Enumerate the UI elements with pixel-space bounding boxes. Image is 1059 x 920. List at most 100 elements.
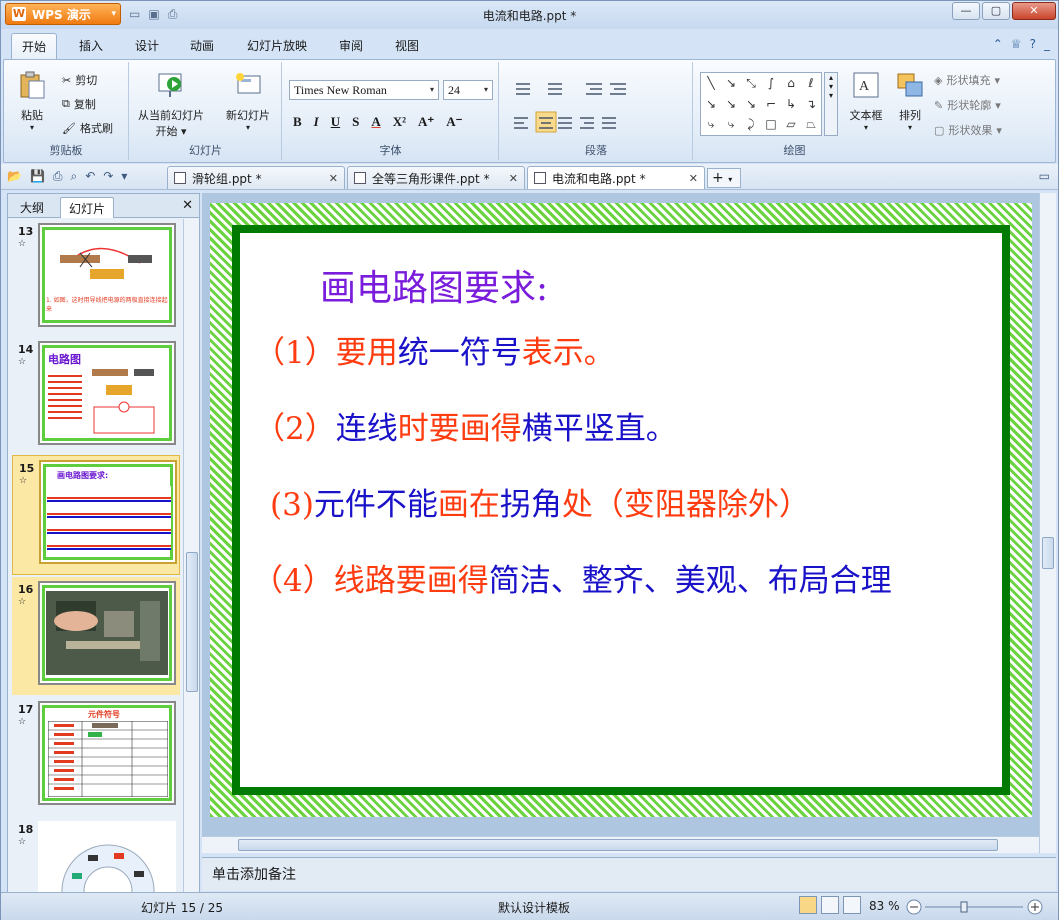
help-icon[interactable]: ?: [1030, 37, 1036, 51]
minimize-button[interactable]: —: [952, 2, 980, 20]
cut-button[interactable]: ✂ 剪切: [62, 72, 97, 88]
redo-icon[interactable]: ↷: [103, 169, 113, 184]
connector-arrow-icon[interactable]: ↘: [721, 94, 741, 115]
freeform-shape-icon[interactable]: ⌂: [781, 73, 801, 94]
close-tab-icon[interactable]: ✕: [509, 172, 518, 185]
sorter-view-button[interactable]: [821, 896, 839, 914]
loop-icon[interactable]: ⤸: [741, 114, 761, 135]
notes-pane[interactable]: 单击添加备注: [202, 857, 1056, 891]
tab-view[interactable]: 视图: [395, 37, 419, 54]
curved-double-icon[interactable]: ⤷: [721, 114, 741, 135]
elbow-double-icon[interactable]: ↳: [781, 94, 801, 115]
thumbnail-list: 13 ☆ 1. 如图，这时用导线把电源的两极直接连接起来 14 ☆ 电路图 15…: [8, 219, 182, 892]
slide-line-3[interactable]: (3)元件不能画在拐角处（变阻器除外）: [270, 483, 810, 528]
italic-button[interactable]: I: [314, 114, 319, 130]
doc-tab[interactable]: 全等三角形课件.ppt * ✕: [347, 166, 525, 189]
arrange-button[interactable]: 排列 ▾: [890, 70, 930, 132]
tab-animation[interactable]: 动画: [190, 37, 214, 54]
tab-home[interactable]: 开始: [11, 33, 58, 59]
doc-tab-label: 滑轮组.ppt *: [192, 171, 262, 186]
slide-line-1[interactable]: （1）要用统一符号表示。: [254, 331, 615, 376]
doc-tab[interactable]: 滑轮组.ppt * ✕: [167, 166, 345, 189]
tab-list-icon[interactable]: ▭: [1039, 169, 1050, 183]
tab-review[interactable]: 审阅: [339, 37, 363, 54]
play-from-current-button[interactable]: 从当前幻灯片 开始 ▾: [134, 70, 208, 139]
minimize-ribbon-icon[interactable]: _: [1044, 37, 1050, 51]
shapes-gallery-scroll[interactable]: ▴ ▾ ▾: [824, 72, 838, 136]
new-tab-button[interactable]: + ▾: [707, 168, 741, 188]
curved-connector-icon[interactable]: ↴: [801, 94, 821, 115]
textbox-button[interactable]: A 文本框 ▾: [844, 70, 888, 132]
shape-outline-button[interactable]: ✎ 形状轮廓 ▾: [934, 97, 1001, 113]
copy-button[interactable]: ⧉ 复制: [62, 96, 96, 112]
editor-horizontal-scrollbar[interactable]: [202, 836, 1039, 853]
rectangle-shape-icon[interactable]: □: [761, 114, 781, 135]
close-button[interactable]: ✕: [1012, 2, 1056, 20]
font-color-button[interactable]: A: [371, 114, 380, 130]
underline-button[interactable]: U: [331, 114, 340, 130]
editor-vertical-scrollbar[interactable]: [1039, 193, 1056, 853]
paste-button[interactable]: 粘贴 ▾: [12, 70, 52, 132]
print-preview-icon[interactable]: ⌕: [71, 169, 78, 184]
slide-thumbnail[interactable]: 18 ☆: [12, 817, 180, 892]
connector-icon[interactable]: ↘: [701, 94, 721, 115]
trapezoid-shape-icon[interactable]: ⏢: [801, 114, 821, 135]
curve-shape-icon[interactable]: ∫: [761, 73, 781, 94]
tab-insert[interactable]: 插入: [79, 37, 103, 54]
new-slide-button[interactable]: 新幻灯片 ▾: [218, 70, 278, 132]
print-icon[interactable]: ⎙: [53, 169, 63, 184]
slide-thumbnail-selected[interactable]: 15 ☆ 画电路图要求:: [12, 455, 180, 575]
shapes-gallery[interactable]: ╲ ↘ ⤡ ∫ ⌂ ℓ ↘ ↘ ↘ ⌐ ↳ ↴ ⤷ ⤷ ⤸ □ ▱ ⏢: [700, 72, 822, 136]
panel-scrollbar[interactable]: [183, 219, 199, 892]
open-icon[interactable]: 📂: [7, 169, 22, 184]
slide-line-4[interactable]: （4）线路要画得简洁、整齐、美观、布局合理: [252, 559, 1004, 604]
slide-line-2[interactable]: （2）连线时要画得横平竖直。: [254, 407, 677, 452]
paragraph-buttons-icon[interactable]: [508, 78, 688, 138]
tab-outline[interactable]: 大纲: [12, 197, 52, 218]
parallelogram-shape-icon[interactable]: ▱: [781, 114, 801, 135]
editor-hscroll-thumb[interactable]: [238, 839, 998, 851]
bold-button[interactable]: B: [293, 114, 302, 130]
slide-thumbnail[interactable]: 14 ☆ 电路图: [12, 337, 180, 455]
slideshow-view-button[interactable]: [843, 896, 861, 914]
line-shape-icon[interactable]: ╲: [701, 73, 721, 94]
doc-tab-active[interactable]: 电流和电路.ppt * ✕: [527, 166, 705, 189]
close-tab-icon[interactable]: ✕: [689, 172, 698, 185]
maximize-button[interactable]: ▢: [982, 2, 1010, 20]
double-arrow-shape-icon[interactable]: ⤡: [741, 73, 761, 94]
shape-fill-button[interactable]: ◈ 形状填充 ▾: [934, 72, 1000, 88]
slide-title[interactable]: 画电路图要求:: [320, 259, 548, 311]
slide-thumbnail[interactable]: 13 ☆ 1. 如图，这时用导线把电源的两极直接连接起来: [12, 219, 180, 337]
elbow-arrow-icon[interactable]: ⌐: [761, 94, 781, 115]
shrink-font-button[interactable]: A⁻: [446, 114, 462, 130]
strikethrough-button[interactable]: S: [352, 114, 359, 130]
collapse-ribbon-icon[interactable]: ⌃: [993, 37, 1003, 51]
arrow-shape-icon[interactable]: ↘: [721, 73, 741, 94]
panel-scroll-thumb[interactable]: [186, 552, 198, 692]
editor-scroll-thumb[interactable]: [1042, 537, 1054, 569]
title-bar: W WPS 演示 ▾ ▭ ▣ ⎙ 电流和电路.ppt * — ▢ ✕: [1, 1, 1058, 29]
shape-effect-button[interactable]: ▢ 形状效果 ▾: [934, 122, 1002, 138]
scribble-shape-icon[interactable]: ℓ: [801, 73, 821, 94]
normal-view-button[interactable]: [799, 896, 817, 914]
tab-slideshow[interactable]: 幻灯片放映: [247, 37, 307, 54]
curved-arrow-icon[interactable]: ⤷: [701, 114, 721, 135]
format-painter-button[interactable]: 🖌 格式刷: [62, 120, 113, 136]
save-icon[interactable]: 💾: [30, 169, 45, 184]
tab-slides[interactable]: 幻灯片: [60, 197, 115, 218]
grow-font-button[interactable]: A⁺: [418, 114, 434, 130]
font-size-select[interactable]: 24 ▾: [443, 80, 493, 100]
slide-thumbnail[interactable]: 17 ☆ 元件符号: [12, 697, 180, 815]
close-tab-icon[interactable]: ✕: [329, 172, 338, 185]
tab-design[interactable]: 设计: [135, 37, 159, 54]
zoom-slider[interactable]: [905, 898, 1045, 916]
slide-thumbnail[interactable]: 16 ☆: [12, 577, 180, 695]
customize-toolbar-icon[interactable]: ▾: [121, 169, 127, 184]
elbow-connector-icon[interactable]: ↘: [741, 94, 761, 115]
font-name-select[interactable]: Times New Roman ▾: [289, 80, 439, 100]
skin-icon[interactable]: ♕: [1011, 37, 1022, 51]
undo-icon[interactable]: ↶: [85, 169, 95, 184]
close-panel-icon[interactable]: ✕: [182, 198, 193, 213]
superscript-button[interactable]: X²: [393, 114, 406, 130]
slide-canvas[interactable]: 画电路图要求: （1）要用统一符号表示。 （2）连线时要画得横平竖直。 (3)元…: [210, 203, 1032, 817]
